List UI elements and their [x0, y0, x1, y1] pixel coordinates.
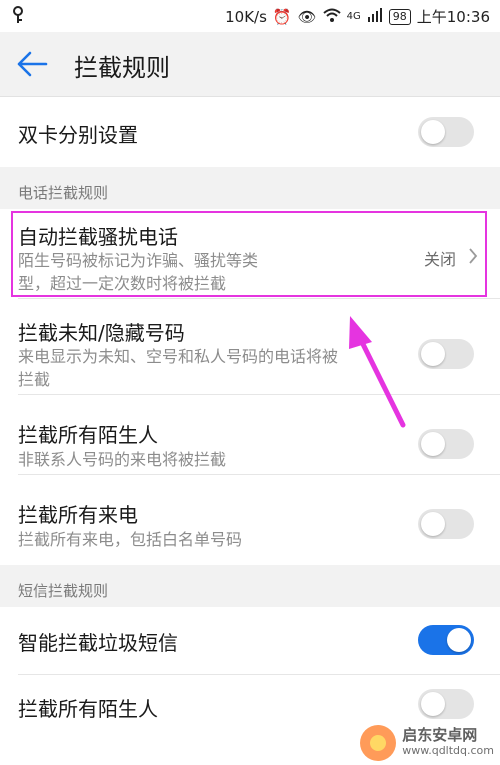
watermark-logo-icon	[360, 725, 397, 761]
block-all-calls-title: 拦截所有来电	[18, 503, 138, 527]
wifi-icon	[322, 8, 341, 26]
network-speed: 10K/s	[225, 7, 267, 26]
sms-rules-section-title: 短信拦截规则	[18, 582, 109, 600]
block-unknown-subtitle-2: 拦截	[18, 370, 51, 389]
app-bar: 拦截规则	[0, 32, 500, 97]
dual-sim-row[interactable]: 双卡分别设置	[0, 97, 500, 167]
watermark: 启东安卓网 www.qdltdq.com	[360, 725, 494, 761]
dual-sim-label: 双卡分别设置	[18, 123, 138, 147]
auto-intercept-subtitle-2: 型，超过一定次数时将被拦截	[18, 274, 227, 293]
block-unknown-toggle[interactable]	[418, 339, 474, 369]
network-type: 4G	[346, 11, 361, 22]
block-strangers-title: 拦截所有陌生人	[18, 423, 158, 447]
block-unknown-subtitle-1: 来电显示为未知、空号和私人号码的电话将被	[18, 347, 339, 366]
signal-icon	[367, 7, 383, 26]
battery-indicator: 98	[388, 8, 411, 25]
block-strangers-subtitle: 非联系人号码的来电将被拦截	[18, 450, 227, 469]
clock: 上午10:36	[416, 8, 490, 26]
auto-intercept-title: 自动拦截骚扰电话	[18, 225, 178, 249]
call-rules-section-title: 电话拦截规则	[18, 184, 109, 202]
dual-sim-toggle[interactable]	[418, 117, 474, 147]
back-arrow-icon[interactable]	[16, 50, 52, 80]
watermark-name: 启东安卓网	[402, 726, 478, 744]
block-strangers-toggle[interactable]	[418, 429, 474, 459]
auto-intercept-value: 关闭	[423, 250, 456, 269]
block-all-calls-toggle[interactable]	[418, 509, 474, 539]
chevron-right-icon	[468, 247, 478, 269]
eye-icon: 👁	[297, 7, 317, 26]
smart-spam-sms-row[interactable]: 智能拦截垃圾短信	[0, 607, 500, 675]
sms-strangers-toggle[interactable]	[418, 689, 474, 719]
smart-spam-title: 智能拦截垃圾短信	[18, 631, 178, 655]
auto-intercept-subtitle-1: 陌生号码被标记为诈骗、骚扰等类	[18, 251, 259, 270]
alarm-icon: ⏰	[272, 7, 292, 26]
block-all-calls-subtitle: 拦截所有来电，包括白名单号码	[18, 530, 243, 549]
block-all-calls-row[interactable]: 拦截所有来电 拦截所有来电，包括白名单号码	[0, 475, 500, 565]
auto-intercept-harassment-row[interactable]: 自动拦截骚扰电话 陌生号码被标记为诈骗、骚扰等类 型，超过一定次数时将被拦截 关…	[0, 209, 500, 299]
sms-strangers-title: 拦截所有陌生人	[18, 697, 158, 721]
smart-spam-toggle[interactable]	[418, 625, 474, 655]
status-bar: 10K/s ⏰ 👁 4G 98 上午10:36	[0, 0, 500, 32]
block-all-strangers-row[interactable]: 拦截所有陌生人 非联系人号码的来电将被拦截	[0, 395, 500, 475]
key-icon	[10, 6, 26, 28]
watermark-url: www.qdltdq.com	[402, 744, 494, 757]
block-unknown-title: 拦截未知/隐藏号码	[18, 321, 185, 345]
page-title: 拦截规则	[74, 54, 170, 82]
block-unknown-numbers-row[interactable]: 拦截未知/隐藏号码 来电显示为未知、空号和私人号码的电话将被 拦截	[0, 299, 500, 395]
